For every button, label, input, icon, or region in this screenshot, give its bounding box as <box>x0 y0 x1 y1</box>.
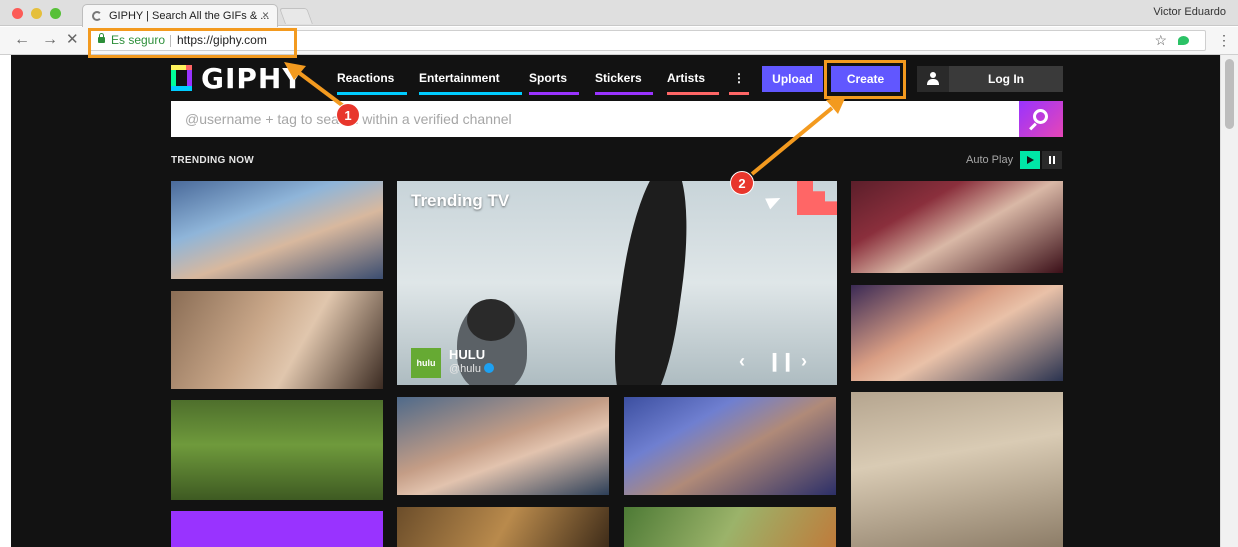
stairs-icon <box>797 181 837 215</box>
prev-icon[interactable]: ‹ <box>739 351 745 372</box>
share-icon[interactable] <box>765 192 783 210</box>
close-window-button[interactable] <box>12 8 23 19</box>
login-button[interactable]: Log In <box>917 66 1063 92</box>
giphy-page: GIPHY Reactions Entertainment Sports Sti… <box>11 55 1220 547</box>
gif-tile[interactable] <box>397 507 609 547</box>
channel-avatar[interactable]: hulu <box>411 348 441 378</box>
gif-tile[interactable] <box>624 397 836 495</box>
annotation-highlight-create <box>824 60 906 99</box>
gif-tile[interactable] <box>171 511 383 547</box>
extension-icon[interactable] <box>1178 36 1189 45</box>
tab-title: GIPHY | Search All the GIFs & ... <box>109 10 270 22</box>
scroll-thumb[interactable] <box>1225 59 1234 129</box>
next-icon[interactable]: › <box>801 351 807 372</box>
autoplay-play-icon[interactable] <box>1020 151 1040 169</box>
gif-tile[interactable] <box>171 291 383 389</box>
user-icon <box>917 66 949 92</box>
pause-icon[interactable]: ❙❙ <box>767 351 795 372</box>
nav-entertainment[interactable]: Entertainment <box>419 71 522 95</box>
channel-handle[interactable]: @hulu <box>449 363 494 375</box>
minimize-window-button[interactable] <box>31 8 42 19</box>
featured-title: Trending TV <box>411 191 510 210</box>
annotation-highlight-url <box>88 28 297 58</box>
trending-heading: TRENDING NOW <box>171 155 255 166</box>
gif-tile[interactable] <box>171 181 383 279</box>
gif-tile[interactable] <box>397 397 609 495</box>
browser-menu-icon[interactable]: ⋮ <box>1217 32 1231 49</box>
nav-reactions[interactable]: Reactions <box>337 71 407 95</box>
featured-gif[interactable]: Trending TV hulu HULU @hulu ‹ ❙❙ › <box>397 181 837 385</box>
gif-tile[interactable] <box>624 507 836 547</box>
loading-icon <box>92 11 102 21</box>
back-icon[interactable]: ← <box>14 31 30 49</box>
gif-tile[interactable] <box>851 392 1063 547</box>
page-scrollbar[interactable] <box>1220 55 1238 547</box>
login-label: Log In <box>988 72 1024 86</box>
nav-sports[interactable]: Sports <box>529 71 579 95</box>
verified-icon <box>483 363 494 373</box>
new-tab-button[interactable] <box>279 8 313 24</box>
autoplay-label: Auto Play <box>966 154 1014 166</box>
bookmark-star-icon[interactable]: ☆ <box>1154 32 1167 49</box>
nav-more-icon[interactable]: ⋮ <box>729 71 749 95</box>
channel-name[interactable]: HULU <box>449 347 485 362</box>
gif-tile[interactable] <box>851 181 1063 273</box>
search-icon <box>1033 109 1048 124</box>
browser-tab-bar: GIPHY | Search All the GIFs & ... × Vict… <box>0 0 1238 27</box>
search-input[interactable]: @username + tag to search within a verif… <box>171 101 1063 137</box>
giphy-logo-icon[interactable] <box>171 65 192 91</box>
profile-name[interactable]: Victor Eduardo <box>1153 6 1226 18</box>
stop-icon[interactable]: ✕ <box>66 31 79 49</box>
forward-icon[interactable]: → <box>42 31 58 49</box>
penguin-image <box>604 181 700 385</box>
autoplay-pause-icon[interactable] <box>1042 151 1062 169</box>
gif-tile[interactable] <box>851 285 1063 381</box>
gif-tile[interactable] <box>171 400 383 500</box>
nav-stickers[interactable]: Stickers <box>595 71 653 95</box>
upload-button[interactable]: Upload <box>762 66 823 92</box>
annotation-badge-2: 2 <box>730 171 754 195</box>
annotation-badge-1: 1 <box>336 103 360 127</box>
giphy-logo-text[interactable]: GIPHY <box>201 62 304 95</box>
nav-artists[interactable]: Artists <box>667 71 719 95</box>
tab-close-icon[interactable]: × <box>262 8 269 22</box>
search-button[interactable] <box>1019 101 1063 137</box>
maximize-window-button[interactable] <box>50 8 61 19</box>
browser-tab[interactable]: GIPHY | Search All the GIFs & ... × <box>82 4 278 27</box>
screenshot: GIPHY | Search All the GIFs & ... × Vict… <box>0 0 1238 547</box>
